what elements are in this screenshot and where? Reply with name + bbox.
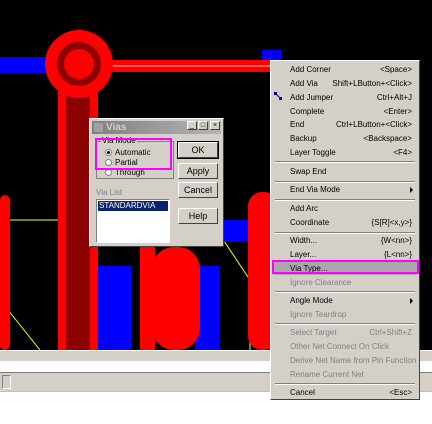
menu-item-backup[interactable]: Backup <Backspace> bbox=[273, 132, 417, 145]
via-list-item[interactable]: STANDARDVIA bbox=[98, 201, 168, 211]
menu-item-other-net-connect[interactable]: Other Net Connect On Click bbox=[273, 340, 417, 353]
menu-item-ignore-clearance[interactable]: Ignore Clearance bbox=[273, 276, 417, 289]
submenu-arrow-icon bbox=[410, 187, 413, 193]
menu-item-layer-toggle[interactable]: Layer Toggle <F4> bbox=[273, 146, 417, 159]
via-mode-highlight bbox=[95, 138, 172, 170]
menu-item-cancel[interactable]: Cancel <Esc> bbox=[273, 386, 417, 399]
apply-button[interactable]: Apply bbox=[178, 163, 218, 179]
via-hole bbox=[64, 49, 94, 79]
menu-item-add-jumper[interactable]: Add Jumper Ctrl+Alt+J bbox=[273, 91, 417, 104]
menu-item-end[interactable]: End Ctrl+LButton+<Click> bbox=[273, 118, 417, 131]
dialog-system-icon[interactable] bbox=[94, 123, 103, 132]
menu-item-select-target[interactable]: Select Target Ctrl+Shift+Z bbox=[273, 326, 417, 339]
via-list-label: Via List bbox=[96, 188, 123, 197]
via-list[interactable]: STANDARDVIA bbox=[96, 199, 170, 243]
yellow-outline-2 bbox=[221, 237, 251, 350]
menu-separator bbox=[275, 383, 415, 385]
menu-item-coordinate[interactable]: Coordinate {S[R]<x,y>} bbox=[273, 216, 417, 229]
menu-item-add-via[interactable]: Add Via Shift+LButton+<Click> bbox=[273, 77, 417, 90]
restore-icon[interactable]: □ bbox=[198, 121, 208, 130]
menu-item-add-corner[interactable]: Add Corner <Space> bbox=[273, 63, 417, 76]
submenu-arrow-icon bbox=[410, 298, 413, 304]
red-pad-left bbox=[0, 195, 10, 350]
help-button[interactable]: Help bbox=[178, 208, 218, 224]
menu-item-width[interactable]: Width... {W<nn>} bbox=[273, 234, 417, 247]
menu-separator bbox=[275, 291, 415, 293]
dialog-title: Vias bbox=[106, 122, 127, 133]
menu-separator bbox=[275, 323, 415, 325]
menu-item-complete[interactable]: Complete <Enter> bbox=[273, 105, 417, 118]
cancel-button[interactable]: Cancel bbox=[178, 182, 218, 198]
minimize-icon[interactable]: _ bbox=[187, 121, 197, 130]
context-menu: Add Corner <Space> Add Via Shift+LButton+<… bbox=[270, 60, 420, 400]
menu-separator bbox=[275, 199, 415, 201]
menu-item-ignore-teardrop[interactable]: Ignore Teardrop bbox=[273, 308, 417, 321]
radio-button[interactable] bbox=[105, 169, 112, 176]
ok-button[interactable]: OK bbox=[177, 141, 219, 159]
menu-item-end-via-mode[interactable]: End Via Mode bbox=[273, 183, 417, 196]
menu-item-derive-net-name[interactable]: Derive Net Name from Pin Function bbox=[273, 354, 417, 367]
red-pad-1 bbox=[152, 247, 200, 350]
menu-item-add-arc[interactable]: Add Arc bbox=[273, 202, 417, 215]
menu-separator bbox=[275, 161, 415, 163]
close-icon[interactable]: × bbox=[210, 121, 220, 130]
menu-item-angle-mode[interactable]: Angle Mode bbox=[273, 294, 417, 307]
scrollbar-right-button[interactable] bbox=[419, 351, 432, 361]
via-type-highlight bbox=[272, 260, 419, 274]
menu-item-swap-end[interactable]: Swap End bbox=[273, 165, 417, 178]
red-trace-inner bbox=[66, 82, 90, 350]
menu-item-rename-current-net[interactable]: Rename Current Net bbox=[273, 368, 417, 381]
status-pane bbox=[2, 375, 11, 389]
